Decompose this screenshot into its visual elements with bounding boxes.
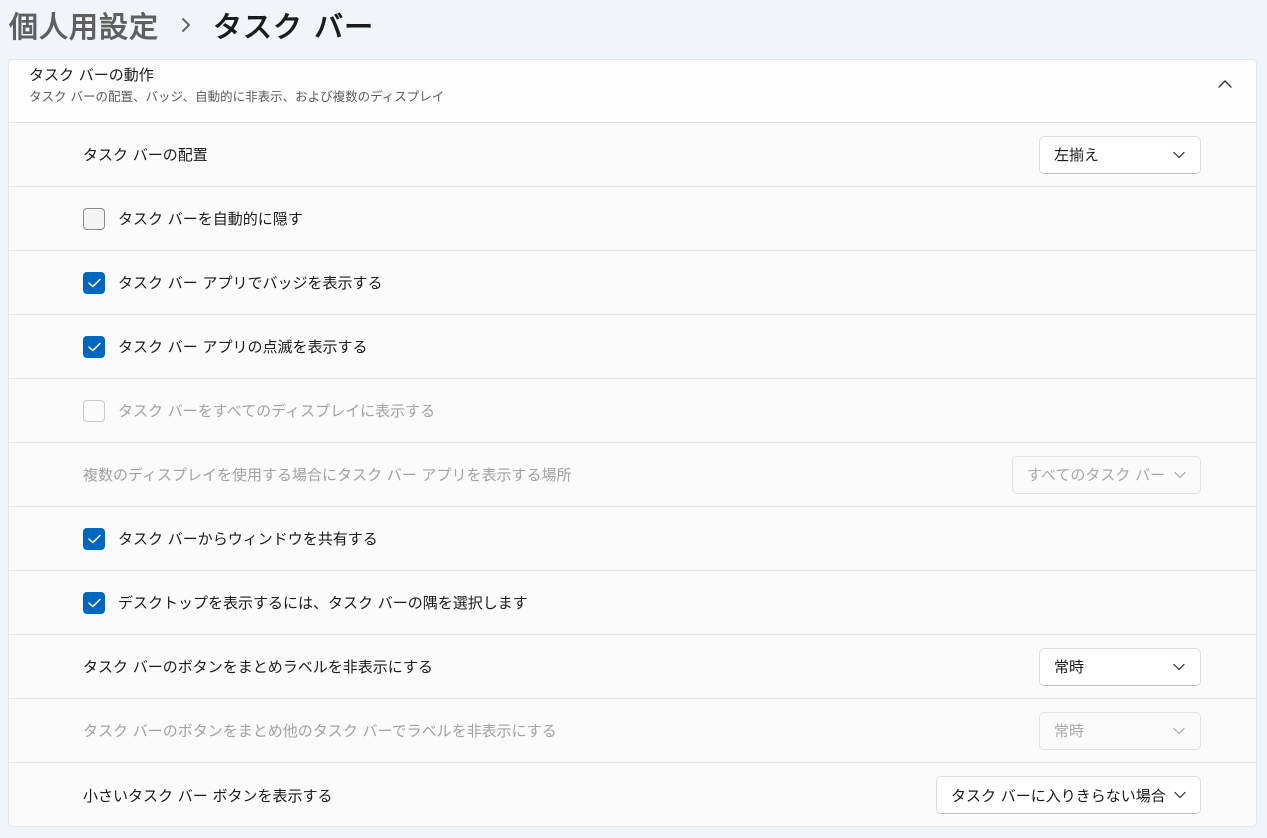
section-header-taskbar-behaviors[interactable]: タスク バーの動作 タスク バーの配置、バッジ、自動的に非表示、および複数のディ… <box>9 60 1256 123</box>
show-desktop-checkbox[interactable] <box>83 591 105 614</box>
combine-buttons-dropdown-value: 常時 <box>1054 658 1085 676</box>
combine-other-label: タスク バーのボタンをまとめ他のタスク バーでラベルを非表示にする <box>83 722 557 740</box>
setting-row-flashing: タスク バー アプリの点滅を表示する <box>9 315 1256 379</box>
breadcrumb: 個人用設定 タスク バー <box>9 0 374 50</box>
all-displays-checkbox-row: タスク バーをすべてのディスプレイに表示する <box>83 399 436 422</box>
collapse-button[interactable] <box>1214 72 1236 94</box>
breadcrumb-parent-link[interactable]: 個人用設定 <box>9 4 159 46</box>
setting-row-show-desktop: デスクトップを表示するには、タスク バーの隅を選択します <box>9 571 1256 635</box>
setting-row-alignment: タスク バーの配置 左揃え <box>9 123 1256 187</box>
combine-buttons-label: タスク バーのボタンをまとめラベルを非表示にする <box>83 658 433 676</box>
setting-row-share-window: タスク バーからウィンドウを共有する <box>9 507 1256 571</box>
setting-row-small-buttons: 小さいタスク バー ボタンを表示する タスク バーに入りきらない場合 <box>9 763 1256 826</box>
share-window-checkbox[interactable] <box>83 527 105 550</box>
page-title: タスク バー <box>213 10 375 44</box>
flashing-checkbox-row[interactable]: タスク バー アプリの点滅を表示する <box>83 335 368 358</box>
checkmark-icon <box>87 534 101 543</box>
auto-hide-label: タスク バーを自動的に隠す <box>118 210 303 228</box>
checkmark-icon <box>87 342 101 351</box>
share-window-checkbox-row[interactable]: タスク バーからウィンドウを共有する <box>83 527 378 550</box>
alignment-dropdown-value: 左揃え <box>1054 146 1100 164</box>
checkmark-icon <box>87 598 101 607</box>
setting-row-badges: タスク バー アプリでバッジを表示する <box>9 251 1256 315</box>
combine-other-dropdown-value: 常時 <box>1054 722 1085 740</box>
flashing-label: タスク バー アプリの点滅を表示する <box>118 338 368 356</box>
badges-checkbox[interactable] <box>83 271 105 294</box>
auto-hide-checkbox-row[interactable]: タスク バーを自動的に隠す <box>83 207 303 230</box>
setting-row-multi-display-apps: 複数のディスプレイを使用する場合にタスク バー アプリを表示する場所 すべてのタ… <box>9 443 1256 507</box>
chevron-down-icon <box>1174 788 1186 802</box>
chevron-down-icon <box>1172 724 1186 738</box>
setting-row-auto-hide: タスク バーを自動的に隠す <box>9 187 1256 251</box>
taskbar-behaviors-panel: タスク バーの動作 タスク バーの配置、バッジ、自動的に非表示、および複数のディ… <box>8 59 1257 827</box>
show-desktop-checkbox-row[interactable]: デスクトップを表示するには、タスク バーの隅を選択します <box>83 591 528 614</box>
badges-label: タスク バー アプリでバッジを表示する <box>118 274 383 292</box>
setting-row-combine-buttons: タスク バーのボタンをまとめラベルを非表示にする 常時 <box>9 635 1256 699</box>
chevron-down-icon <box>1172 660 1186 674</box>
multi-display-apps-dropdown: すべてのタスク バー <box>1012 455 1201 494</box>
flashing-checkbox[interactable] <box>83 335 105 358</box>
all-displays-checkbox <box>83 399 105 422</box>
show-desktop-label: デスクトップを表示するには、タスク バーの隅を選択します <box>118 594 528 612</box>
small-buttons-label: 小さいタスク バー ボタンを表示する <box>83 786 333 805</box>
chevron-down-icon <box>1172 148 1186 162</box>
chevron-right-icon <box>159 13 213 37</box>
auto-hide-checkbox[interactable] <box>83 207 105 230</box>
alignment-dropdown[interactable]: 左揃え <box>1039 135 1201 174</box>
combine-other-dropdown: 常時 <box>1039 711 1201 750</box>
alignment-label: タスク バーの配置 <box>83 146 208 164</box>
small-buttons-dropdown[interactable]: タスク バーに入りきらない場合 <box>936 776 1201 814</box>
setting-row-combine-other: タスク バーのボタンをまとめ他のタスク バーでラベルを非表示にする 常時 <box>9 699 1256 763</box>
chevron-down-icon <box>1173 468 1186 482</box>
multi-display-apps-label: 複数のディスプレイを使用する場合にタスク バー アプリを表示する場所 <box>83 466 572 484</box>
settings-list: タスク バーの配置 左揃え タスク バーを自動的に隠す タスク バー アプリでバ… <box>9 123 1256 826</box>
setting-row-all-displays: タスク バーをすべてのディスプレイに表示する <box>9 379 1256 443</box>
all-displays-label: タスク バーをすべてのディスプレイに表示する <box>118 402 436 420</box>
chevron-up-icon <box>1218 79 1232 88</box>
badges-checkbox-row[interactable]: タスク バー アプリでバッジを表示する <box>83 271 383 294</box>
small-buttons-dropdown-value: タスク バーに入りきらない場合 <box>951 786 1166 805</box>
share-window-label: タスク バーからウィンドウを共有する <box>118 530 378 548</box>
section-subtitle: タスク バーの配置、バッジ、自動的に非表示、および複数のディスプレイ <box>29 89 445 104</box>
section-title: タスク バーの動作 <box>29 66 154 84</box>
combine-buttons-dropdown[interactable]: 常時 <box>1039 647 1201 686</box>
multi-display-apps-dropdown-value: すべてのタスク バー <box>1027 466 1166 484</box>
checkmark-icon <box>87 278 101 287</box>
